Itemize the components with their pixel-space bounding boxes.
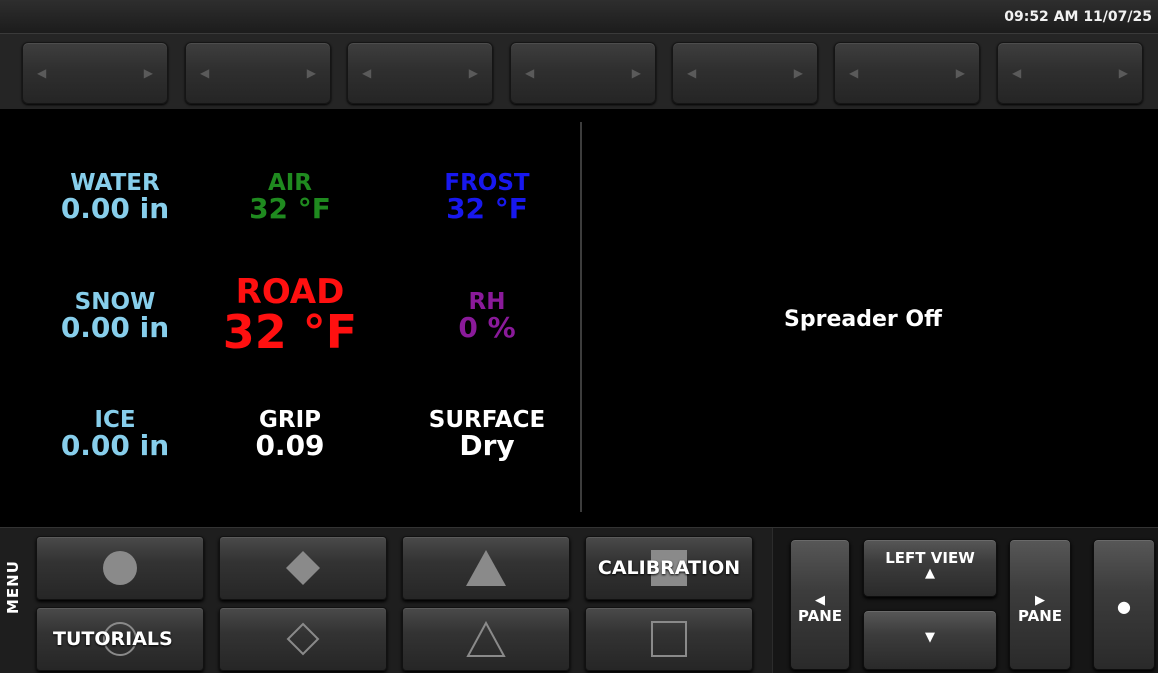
softkey-7[interactable]: ◀ ▶ xyxy=(997,42,1143,104)
arrow-right-icon: ▶ xyxy=(793,66,803,80)
road-reading: ROAD 32 °F xyxy=(200,275,380,355)
nav-controls: ◀ PANE LEFT VIEW ▲ ▼ ▶ PANE ● xyxy=(772,528,1158,673)
softkey-2[interactable]: ◀ ▶ xyxy=(185,42,331,104)
function-key-diamond[interactable] xyxy=(219,536,387,600)
function-key-triangle-outline[interactable] xyxy=(402,607,570,671)
left-view-label: LEFT VIEW xyxy=(885,549,975,567)
water-value: 0.00 in xyxy=(60,192,170,225)
square-outline-icon xyxy=(651,621,687,657)
function-key-diamond-outline[interactable] xyxy=(219,607,387,671)
rh-reading: RH 0 % xyxy=(412,291,562,342)
menu-label[interactable]: MENU xyxy=(4,560,22,614)
arrow-left-icon: ◀ xyxy=(687,66,697,80)
arrow-left-icon: ◀ xyxy=(849,66,859,80)
softkey-1[interactable]: ◀ ▶ xyxy=(22,42,168,104)
snow-reading: SNOW 0.00 in xyxy=(40,291,190,342)
pane-left-button[interactable]: ◀ PANE xyxy=(790,539,850,670)
water-reading: WATER 0.00 in xyxy=(40,172,190,223)
tutorials-button[interactable]: TUTORIALS xyxy=(36,607,204,671)
arrow-up-icon: ▲ xyxy=(925,565,935,581)
arrow-right-icon: ▶ xyxy=(306,66,316,80)
arrow-left-icon: ◀ xyxy=(362,66,372,80)
circle-filled-icon xyxy=(103,551,137,585)
arrow-right-icon: ▶ xyxy=(955,66,965,80)
air-reading: AIR 32 °F xyxy=(215,172,365,223)
dot-icon: ● xyxy=(1117,597,1131,616)
select-button[interactable]: ● xyxy=(1093,539,1155,670)
arrow-right-icon: ▶ xyxy=(631,66,641,80)
arrow-down-icon: ▼ xyxy=(925,630,935,645)
frost-reading: FROST 32 °F xyxy=(412,172,562,223)
ice-reading: ICE 0.00 in xyxy=(40,409,190,460)
pane-divider xyxy=(580,122,582,512)
arrow-right-icon: ▶ xyxy=(1118,66,1128,80)
grip-value: 0.09 xyxy=(255,429,325,462)
triangle-outline-icon xyxy=(466,620,506,657)
pane-right-button[interactable]: ▶ PANE xyxy=(1009,539,1071,670)
function-key-circle[interactable] xyxy=(36,536,204,600)
function-key-square-outline[interactable] xyxy=(585,607,753,671)
arrow-right-icon: ▶ xyxy=(1035,593,1045,608)
right-pane: Spreader Off xyxy=(583,109,1158,527)
pane-right-label: PANE xyxy=(1017,607,1063,626)
diamond-filled-icon xyxy=(286,551,320,585)
surface-value: Dry xyxy=(459,429,515,462)
spreader-status: Spreader Off xyxy=(784,307,942,332)
arrow-left-icon: ◀ xyxy=(37,66,47,80)
diamond-outline-icon xyxy=(286,622,320,656)
down-button[interactable]: ▼ xyxy=(863,610,997,670)
grip-reading: GRIP 0.09 xyxy=(215,409,365,460)
arrow-right-icon: ▶ xyxy=(468,66,478,80)
frost-value: 32 °F xyxy=(446,192,528,225)
arrow-right-icon: ▶ xyxy=(143,66,153,80)
arrow-left-icon: ◀ xyxy=(200,66,210,80)
bottom-bar: MENU CALIBRATION TUTORIALS ◀ PANE LEFT V… xyxy=(0,527,1158,673)
rh-value: 0 % xyxy=(458,311,516,344)
clock: 09:52 AM 11/07/25 xyxy=(1004,9,1152,25)
status-bar: 09:52 AM 11/07/25 xyxy=(0,0,1158,34)
left-view-up-button[interactable]: LEFT VIEW ▲ xyxy=(863,539,997,597)
road-value: 32 °F xyxy=(222,305,358,359)
surface-reading: SURFACE Dry xyxy=(412,409,562,460)
road-label: ROAD xyxy=(235,272,345,312)
snow-value: 0.00 in xyxy=(60,311,170,344)
arrow-left-icon: ◀ xyxy=(525,66,535,80)
softkey-row: ◀ ▶ ◀ ▶ ◀ ▶ ◀ ▶ ◀ ▶ ◀ ▶ ◀ ▶ xyxy=(0,34,1158,109)
softkey-6[interactable]: ◀ ▶ xyxy=(834,42,980,104)
readings-pane: WATER 0.00 in AIR 32 °F FROST 32 °F SNOW… xyxy=(0,109,578,527)
softkey-3[interactable]: ◀ ▶ xyxy=(347,42,493,104)
calibration-label: CALIBRATION xyxy=(597,557,741,579)
triangle-filled-icon xyxy=(466,550,506,586)
softkey-5[interactable]: ◀ ▶ xyxy=(672,42,818,104)
arrow-left-icon: ◀ xyxy=(1012,66,1022,80)
function-key-triangle[interactable] xyxy=(402,536,570,600)
air-value: 32 °F xyxy=(249,192,331,225)
calibration-button[interactable]: CALIBRATION xyxy=(585,536,753,600)
tutorials-label: TUTORIALS xyxy=(53,628,173,650)
arrow-left-icon: ◀ xyxy=(815,593,825,608)
pane-left-label: PANE xyxy=(797,607,843,626)
ice-value: 0.00 in xyxy=(60,429,170,462)
softkey-4[interactable]: ◀ ▶ xyxy=(510,42,656,104)
